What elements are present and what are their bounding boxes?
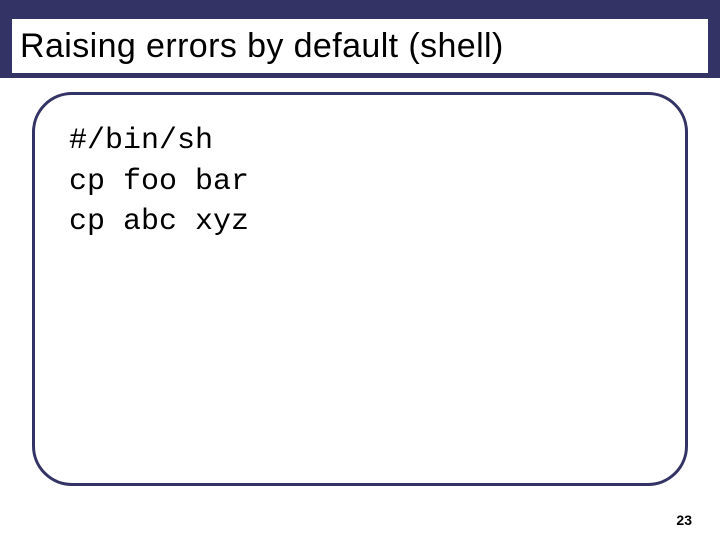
slide-title: Raising errors by default (shell) [20, 27, 504, 66]
code-line-cp2: cp abc xyz [69, 202, 651, 243]
content-box: #/bin/sh cp foo bar cp abc xyz [32, 92, 688, 486]
code-line-cp1: cp foo bar [69, 162, 651, 203]
slide: Raising errors by default (shell) #/bin/… [0, 0, 720, 540]
title-underline [12, 73, 708, 78]
code-line-shebang: #/bin/sh [69, 121, 651, 162]
page-number: 23 [676, 512, 692, 528]
title-area: Raising errors by default (shell) [12, 19, 708, 73]
